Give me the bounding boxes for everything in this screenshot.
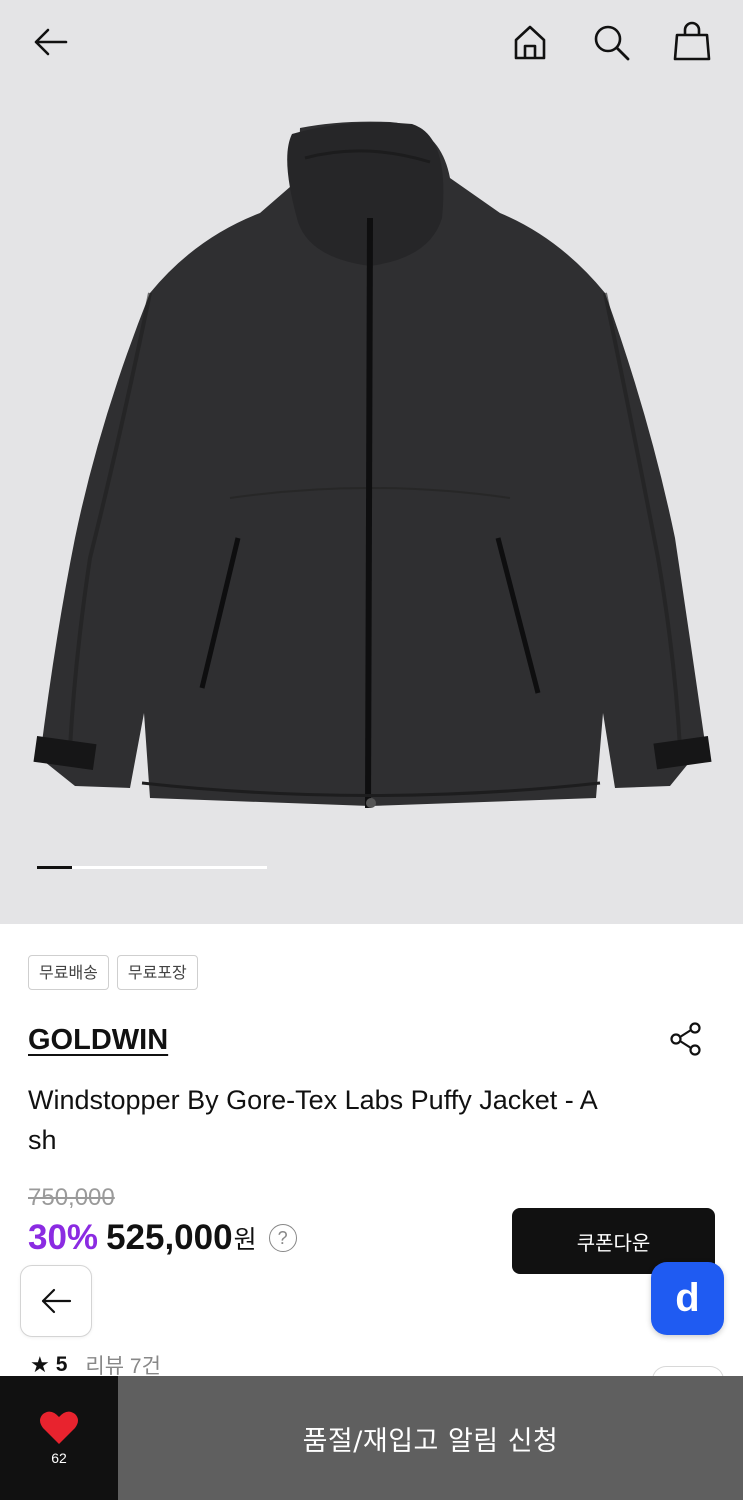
- price-row: 30% 525,000 원 ?: [28, 1218, 297, 1258]
- search-icon: [594, 25, 630, 61]
- product-title: Windstopper By Gore-Tex Labs Puffy Jacke…: [28, 1085, 598, 1155]
- rating-score: 5: [55, 1353, 68, 1376]
- restock-alert-button[interactable]: 품절/재입고 알림 신청: [118, 1376, 743, 1500]
- heart-icon: [40, 1411, 78, 1444]
- floating-back-button[interactable]: [20, 1265, 92, 1337]
- discount-rate: 30%: [28, 1218, 99, 1257]
- search-button[interactable]: [587, 18, 635, 66]
- gallery-pager-progress: [37, 866, 72, 869]
- original-price: 750,000: [28, 1184, 115, 1211]
- free-wrapping-tag: 무료포장: [116, 955, 198, 990]
- share-button[interactable]: [666, 1019, 706, 1059]
- sale-price: 525,000: [106, 1218, 233, 1257]
- d-app-button[interactable]: d: [651, 1262, 724, 1335]
- like-count: 62: [51, 1450, 67, 1466]
- home-button[interactable]: [506, 18, 554, 66]
- home-icon: [514, 25, 546, 60]
- product-image: [33, 121, 712, 809]
- like-button[interactable]: 62: [0, 1376, 118, 1500]
- arrow-left-icon: [34, 28, 68, 56]
- product-gallery[interactable]: [0, 0, 743, 924]
- star-icon: ★: [30, 1352, 50, 1377]
- free-shipping-tag: 무료배송: [28, 955, 109, 990]
- service-tags: 무료배송 무료포장: [28, 955, 198, 990]
- currency-unit: 원: [233, 1225, 257, 1254]
- shopping-bag-icon: [673, 21, 711, 61]
- share-icon: [670, 1022, 701, 1056]
- cart-button[interactable]: [668, 18, 716, 66]
- back-button[interactable]: [26, 18, 74, 66]
- gallery-pager: [37, 866, 267, 869]
- price-help-icon[interactable]: ?: [268, 1224, 297, 1252]
- brand-link[interactable]: GOLDWIN: [28, 1024, 168, 1057]
- arrow-left-icon: [41, 1288, 72, 1314]
- bottom-action-bar: 62 품절/재입고 알림 신청: [0, 1376, 743, 1500]
